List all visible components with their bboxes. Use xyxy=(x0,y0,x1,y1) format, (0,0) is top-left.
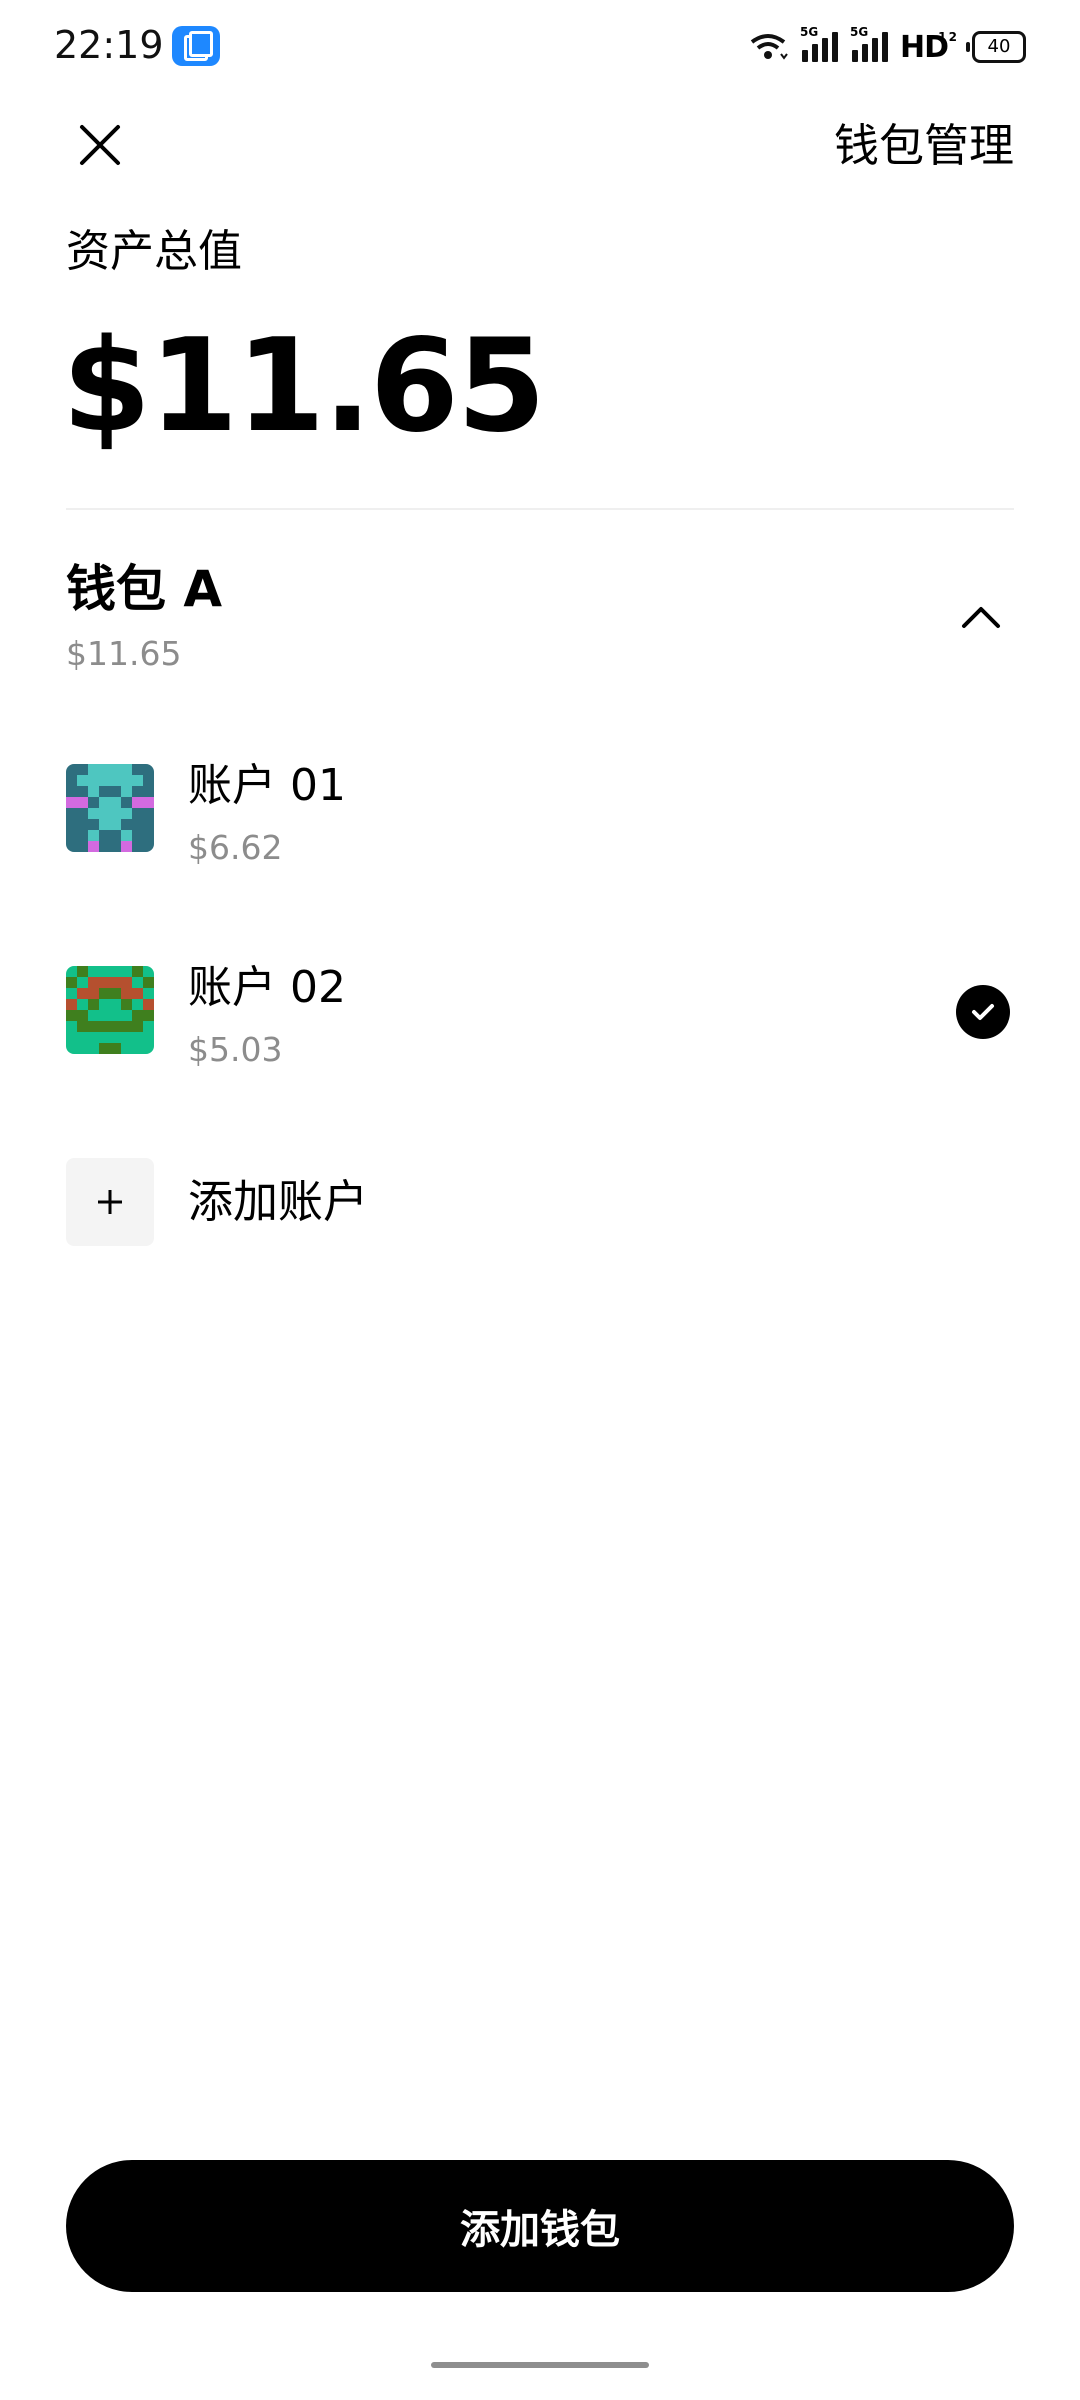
account-name[interactable]: 账户 01 xyxy=(188,758,346,814)
hd-sub: 1 2 xyxy=(938,29,957,44)
wifi-icon xyxy=(750,34,788,60)
collapse-button[interactable] xyxy=(956,592,1006,642)
account-avatar[interactable] xyxy=(66,764,154,852)
signal-1-label: 5G xyxy=(799,25,819,39)
add-account-label[interactable]: 添加账户 xyxy=(188,1174,368,1230)
home-indicator[interactable] xyxy=(431,2362,649,2368)
wallet-value: $11.65 xyxy=(66,634,182,673)
status-time: 22:19 xyxy=(54,23,164,67)
battery-icon: 40 xyxy=(966,31,1026,63)
account-avatar[interactable] xyxy=(66,966,154,1054)
wallet-management-link[interactable]: 钱包管理 xyxy=(834,116,1014,176)
status-icons: 5G 5G HD 1 2 40 xyxy=(748,26,1026,68)
app-notification-icon xyxy=(172,26,220,66)
account-name[interactable]: 账户 02 xyxy=(188,960,346,1016)
chevron-up-icon xyxy=(962,607,1000,628)
account-value: $5.03 xyxy=(188,1030,283,1069)
total-assets-label: 资产总值 xyxy=(66,226,242,277)
wallet-name[interactable]: 钱包 A xyxy=(66,556,222,622)
close-button[interactable] xyxy=(70,115,130,175)
total-assets-value: $11.65 xyxy=(62,312,546,461)
close-icon xyxy=(80,125,120,165)
signal-icon-1: 5G xyxy=(800,26,838,62)
signal-icon-2: 5G xyxy=(850,26,888,62)
add-wallet-button[interactable]: 添加钱包 xyxy=(66,2160,1014,2292)
selected-check-icon xyxy=(956,985,1010,1039)
add-account-button[interactable] xyxy=(66,1158,154,1246)
signal-2-label: 5G xyxy=(849,25,869,39)
plus-icon xyxy=(98,1190,122,1214)
divider xyxy=(66,508,1014,510)
hd-indicator: HD 1 2 xyxy=(900,30,957,65)
account-value: $6.62 xyxy=(188,828,283,867)
